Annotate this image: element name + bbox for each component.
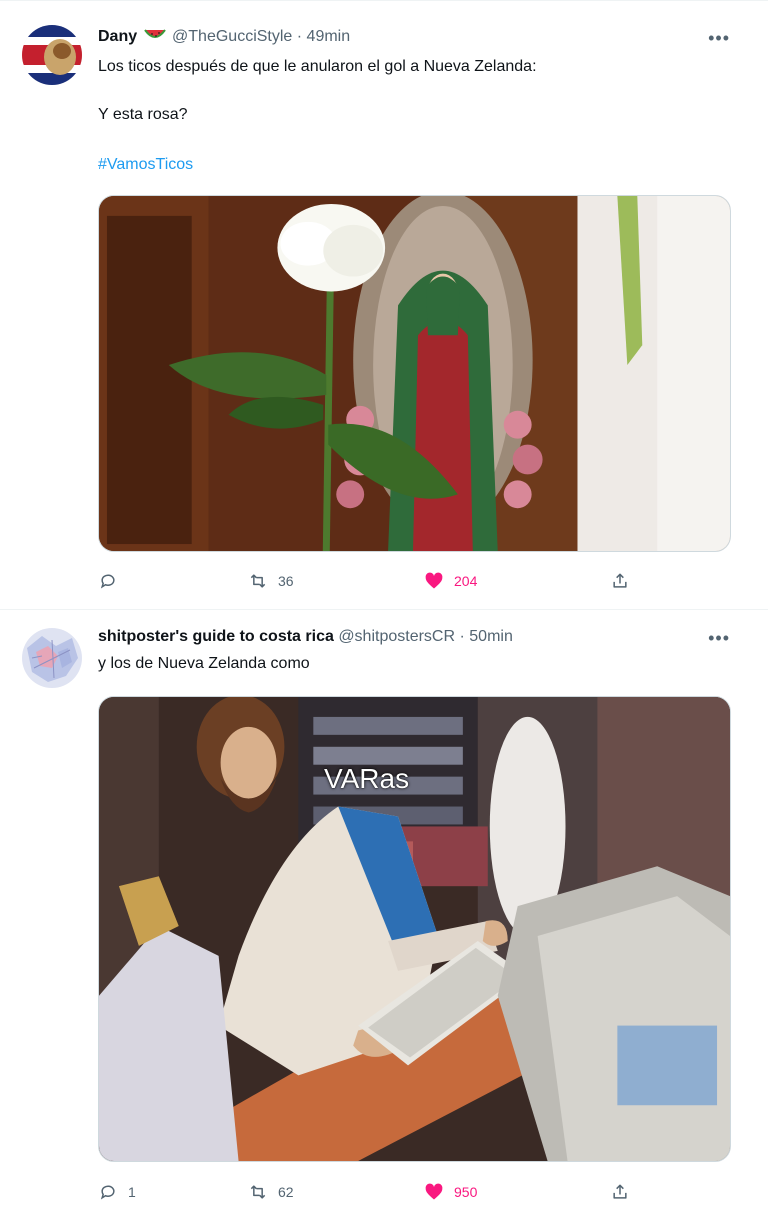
- tweet-text-line: y los de Nueva Zelanda como: [98, 655, 310, 672]
- user-handle[interactable]: @TheGucciStyle: [172, 28, 292, 45]
- more-horizontal-icon[interactable]: •••: [708, 29, 730, 47]
- heart-filled-icon: [425, 572, 443, 589]
- tweet-actions: 1 62 950: [98, 1180, 638, 1204]
- share-button[interactable]: [610, 569, 630, 593]
- tweet-actions: 36 204: [98, 569, 638, 593]
- avatar[interactable]: [22, 25, 82, 85]
- reply-icon: [100, 574, 115, 589]
- retweet-count: 36: [278, 573, 294, 589]
- timestamp[interactable]: 49min: [307, 28, 351, 45]
- retweet-icon: [250, 574, 266, 588]
- display-name[interactable]: shitposter's guide to costa rica: [98, 628, 334, 645]
- tweet-text-line: Y esta rosa?: [98, 106, 188, 123]
- reply-count: 1: [128, 1184, 136, 1200]
- separator-dot: ·: [296, 28, 303, 45]
- hashtag-link[interactable]: #VamosTicos: [98, 155, 728, 175]
- reply-button[interactable]: 1: [98, 1180, 136, 1204]
- retweet-count: 62: [278, 1184, 294, 1200]
- tweet-header: Dany @TheGucciStyle · 49min: [98, 27, 688, 47]
- avatar[interactable]: [22, 628, 82, 688]
- retweet-button[interactable]: 62: [248, 1180, 294, 1204]
- reply-icon: [100, 1185, 115, 1200]
- tweet[interactable]: shitposter's guide to costa rica @shitpo…: [0, 611, 768, 1213]
- like-button[interactable]: 204: [424, 569, 477, 593]
- more-horizontal-icon[interactable]: •••: [708, 629, 730, 647]
- tweet-text-line: Los ticos después de que le anularon el …: [98, 58, 537, 75]
- like-count: 950: [454, 1184, 478, 1200]
- retweet-icon: [250, 1185, 266, 1199]
- tweet-header: shitposter's guide to costa rica @shitpo…: [98, 627, 688, 647]
- media-caption: VARas: [324, 763, 410, 794]
- display-name[interactable]: Dany: [98, 28, 137, 45]
- timeline-feed: Dany @TheGucciStyle · 49min ••• Los tico…: [0, 0, 768, 1213]
- separator-dot: ·: [459, 628, 465, 645]
- tweet[interactable]: Dany @TheGucciStyle · 49min ••• Los tico…: [0, 0, 768, 610]
- share-button[interactable]: [610, 1180, 630, 1204]
- watermelon-emoji-icon: [143, 28, 166, 42]
- share-icon: [613, 573, 627, 588]
- timestamp[interactable]: 50min: [469, 628, 513, 645]
- like-count: 204: [454, 573, 478, 589]
- heart-filled-icon: [425, 1183, 443, 1200]
- user-handle[interactable]: @shitpostersCR: [338, 628, 455, 645]
- retweet-button[interactable]: 36: [248, 569, 294, 593]
- reply-button[interactable]: [98, 569, 128, 593]
- tweet-image[interactable]: [98, 696, 731, 1162]
- like-button[interactable]: 950: [424, 1180, 477, 1204]
- tweet-image[interactable]: [98, 195, 731, 552]
- share-icon: [613, 1184, 627, 1199]
